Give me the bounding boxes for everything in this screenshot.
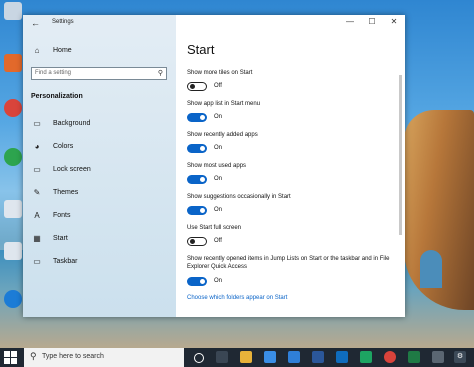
- font-icon: A: [34, 210, 40, 220]
- desktop-app-icon[interactable]: [4, 99, 22, 117]
- section-title: Personalization: [31, 93, 83, 100]
- toggle-state: On: [214, 207, 223, 213]
- toggle-state: Off: [214, 238, 222, 244]
- monitor-icon: ▭: [33, 164, 41, 174]
- toggle-knob: [190, 84, 195, 89]
- choose-folders-link[interactable]: Choose which folders appear on Start: [187, 295, 287, 301]
- toggle-knob: [200, 146, 205, 151]
- setting-label: Use Start full screen: [187, 225, 242, 231]
- sidebar-item-themes[interactable]: ✎ Themes: [31, 185, 171, 199]
- taskbar-icon: ▭: [33, 256, 41, 266]
- desktop-app-icon[interactable]: [4, 54, 22, 72]
- sidebar-item-start[interactable]: ▦ Start: [31, 231, 171, 245]
- minimize-button[interactable]: —: [341, 17, 359, 26]
- toggle-state: Off: [214, 83, 222, 89]
- outlook-icon[interactable]: [336, 351, 348, 363]
- desktop-app-icon[interactable]: [4, 200, 22, 218]
- toggle-state: On: [214, 278, 223, 284]
- explorer-icon[interactable]: [240, 351, 252, 363]
- toggle-recently-added[interactable]: [187, 144, 207, 153]
- toggle-knob: [200, 279, 205, 284]
- search-icon[interactable]: ⚲: [158, 69, 163, 77]
- toggle-knob: [200, 208, 205, 213]
- taskbar-search-placeholder: Type here to search: [42, 353, 104, 360]
- nav-home-label: Home: [53, 46, 72, 54]
- search-placeholder: Find a setting: [35, 70, 72, 76]
- chrome-icon[interactable]: [360, 351, 372, 363]
- teamviewer-desktop-icon[interactable]: [4, 290, 22, 308]
- scrollbar[interactable]: [399, 75, 402, 235]
- home-icon: ⌂: [34, 45, 40, 55]
- sidebar-item-label: Themes: [53, 188, 79, 196]
- toggle-state: On: [214, 145, 223, 151]
- settings-main: — ☐ ✕ Start Show more tiles on Start Off…: [176, 15, 405, 317]
- brush-icon: ✎: [33, 187, 41, 197]
- toggle-knob: [190, 239, 195, 244]
- chrome-desktop-icon[interactable]: [4, 148, 22, 166]
- setting-label: Show recently opened items in Jump Lists…: [187, 256, 390, 270]
- setting-label: Show more tiles on Start: [187, 70, 253, 76]
- sidebar-item-background[interactable]: ▭ Background: [31, 116, 171, 130]
- task-view-icon[interactable]: [216, 351, 228, 363]
- sidebar-item-label: Colors: [53, 142, 74, 150]
- sidebar-item-label: Fonts: [53, 211, 71, 219]
- sidebar-item-label: Background: [53, 119, 91, 127]
- excel-icon[interactable]: [408, 351, 420, 363]
- back-arrow-icon[interactable]: ←: [31, 18, 40, 28]
- toggle-app-list[interactable]: [187, 113, 207, 122]
- window-title: Settings: [52, 19, 74, 25]
- sidebar-item-lock-screen[interactable]: ▭ Lock screen: [31, 162, 171, 176]
- settings-sidebar: ← Settings ⌂ Home Find a setting ⚲ Perso…: [23, 15, 176, 317]
- word-icon[interactable]: [312, 351, 324, 363]
- sidebar-item-taskbar[interactable]: ▭ Taskbar: [31, 254, 171, 268]
- desktop-icons: [0, 0, 24, 348]
- sidebar-item-label: Taskbar: [53, 257, 78, 265]
- toggle-knob: [200, 115, 205, 120]
- toggle-state: On: [214, 114, 223, 120]
- page-title: Start: [187, 42, 215, 57]
- toggle-jump-lists[interactable]: [187, 277, 207, 286]
- picture-icon: ▭: [33, 118, 41, 128]
- calculator-icon[interactable]: [432, 351, 444, 363]
- toggle-full-screen[interactable]: [187, 237, 207, 246]
- taskbar: ⚲ Type here to search ⚙: [0, 348, 474, 367]
- palette-icon: ◕: [34, 141, 40, 151]
- sidebar-item-label: Lock screen: [53, 165, 91, 173]
- start-button[interactable]: [4, 351, 18, 365]
- start-grid-icon: ▦: [33, 233, 41, 243]
- search-icon: ⚲: [30, 351, 37, 361]
- setting-label: Show suggestions occasionally in Start: [187, 194, 291, 200]
- mail-icon[interactable]: [288, 351, 300, 363]
- toggle-state: On: [214, 176, 223, 182]
- setting-label: Show recently added apps: [187, 132, 258, 138]
- recycle-bin-icon[interactable]: [4, 2, 22, 20]
- wallpaper-rock-arch: [420, 250, 442, 288]
- toggle-knob: [200, 177, 205, 182]
- settings-window: ← Settings ⌂ Home Find a setting ⚲ Perso…: [23, 15, 405, 317]
- photos-icon[interactable]: [384, 351, 396, 363]
- store-icon[interactable]: [264, 351, 276, 363]
- sidebar-item-label: Start: [53, 234, 68, 242]
- cortana-icon[interactable]: [194, 353, 204, 363]
- toggle-more-tiles[interactable]: [187, 82, 207, 91]
- toggle-most-used[interactable]: [187, 175, 207, 184]
- maximize-button[interactable]: ☐: [363, 17, 381, 26]
- sidebar-item-fonts[interactable]: A Fonts: [31, 208, 171, 222]
- taskbar-search-box[interactable]: ⚲ Type here to search: [24, 348, 184, 367]
- desktop-app-icon[interactable]: [4, 242, 22, 260]
- toggle-suggestions[interactable]: [187, 206, 207, 215]
- nav-home[interactable]: ⌂ Home: [31, 43, 171, 57]
- setting-label: Show app list in Start menu: [187, 101, 261, 107]
- setting-label: Show most used apps: [187, 163, 247, 169]
- sidebar-item-colors[interactable]: ◕ Colors: [31, 139, 171, 153]
- settings-icon[interactable]: ⚙: [454, 351, 466, 363]
- title-bar: ← Settings: [23, 15, 176, 32]
- search-input[interactable]: Find a setting ⚲: [31, 67, 167, 80]
- close-button[interactable]: ✕: [385, 17, 403, 26]
